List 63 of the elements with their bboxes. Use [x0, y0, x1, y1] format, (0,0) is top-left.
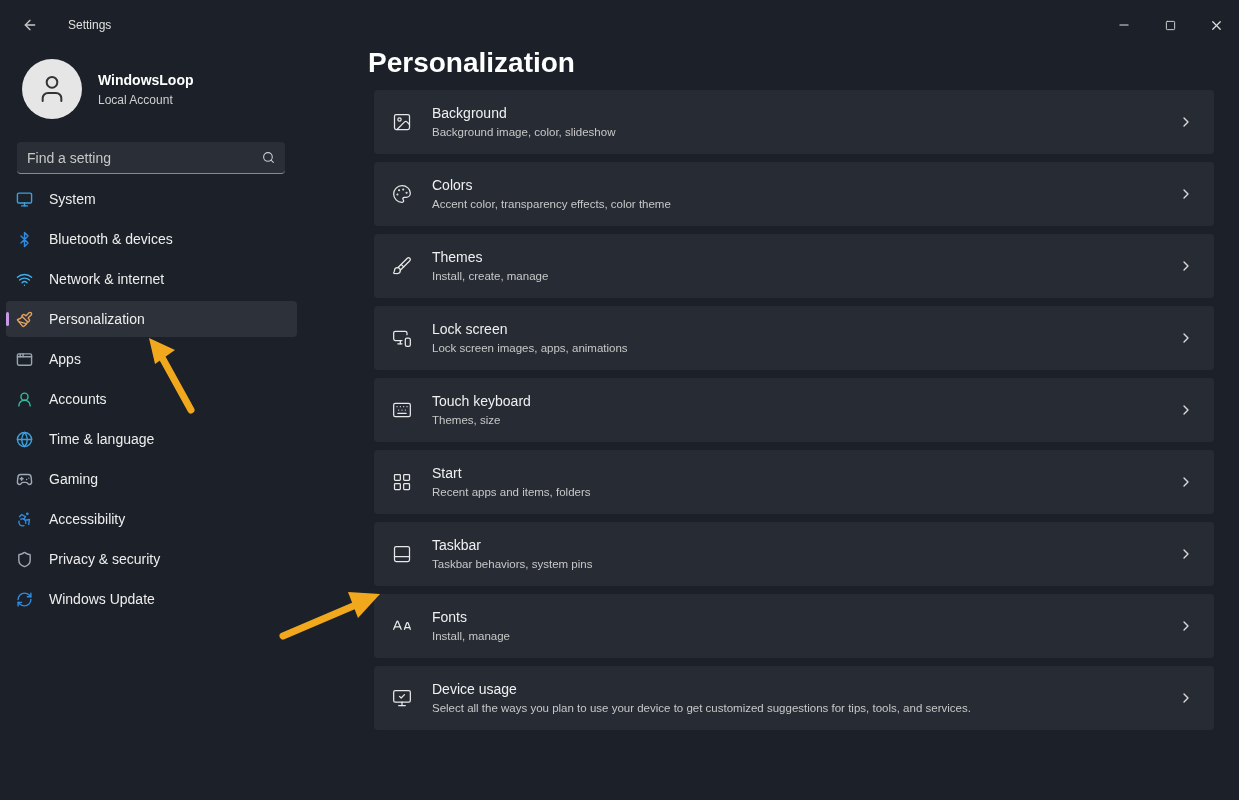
avatar — [22, 59, 82, 119]
person-icon — [16, 390, 33, 408]
settings-card[interactable]: Background Background image, color, slideshow — [374, 90, 1214, 154]
card-title: Device usage — [432, 679, 518, 699]
sidebar-item[interactable]: System — [6, 181, 297, 217]
sidebar-item[interactable]: Network & internet — [6, 261, 297, 297]
card-subtitle: Background image, color, slideshow — [432, 124, 617, 140]
selection-indicator — [6, 312, 9, 326]
picture-icon — [392, 112, 412, 132]
sidebar-item[interactable]: Accounts — [6, 381, 297, 417]
card-subtitle: Install, create, manage — [432, 268, 550, 284]
card-title: Background — [432, 103, 508, 123]
card-subtitle: Accent color, transparency effects, color theme — [432, 196, 672, 212]
page-title: Personalization — [368, 46, 576, 80]
sidebar-item[interactable]: Windows Update — [6, 581, 297, 617]
paintbrush-icon — [392, 256, 412, 276]
sidebar-item[interactable]: Bluetooth & devices — [6, 221, 297, 257]
settings-card[interactable]: Lock screen Lock screen images, apps, animations — [374, 306, 1214, 370]
user-name: WindowsLoop — [98, 70, 194, 90]
sidebar-item[interactable]: Personalization — [6, 301, 297, 337]
card-title: Taskbar — [432, 535, 483, 555]
card-title: Touch keyboard — [432, 391, 532, 411]
card-subtitle: Install, manage — [432, 628, 511, 644]
card-subtitle: Themes, size — [432, 412, 502, 428]
sidebar-item[interactable]: Privacy & security — [6, 541, 297, 577]
card-subtitle: Recent apps and items, folders — [432, 484, 592, 500]
settings-card[interactable]: Colors Accent color, transparency effects, color theme — [374, 162, 1214, 226]
lock-screen-icon — [392, 328, 412, 348]
start-menu-icon — [392, 472, 412, 492]
window-title: Settings — [68, 17, 112, 34]
apps-icon — [16, 350, 33, 368]
card-subtitle: Taskbar behaviors, system pins — [432, 556, 594, 572]
card-subtitle: Select all the ways you plan to use your device to get customized suggestions for tips, tools, and services. — [432, 700, 972, 716]
taskbar-icon — [392, 544, 412, 564]
settings-card[interactable]: Fonts Install, manage — [374, 594, 1214, 658]
account-type: Local Account — [98, 91, 174, 109]
sidebar-item[interactable]: Apps — [6, 341, 297, 377]
keyboard-icon — [392, 400, 412, 420]
card-title: Themes — [432, 247, 484, 267]
palette-icon — [392, 184, 412, 204]
globe-clock-icon — [16, 430, 33, 448]
sidebar-item[interactable]: Accessibility — [6, 501, 297, 537]
paintbrush-icon — [16, 310, 33, 328]
card-subtitle: Lock screen images, apps, animations — [432, 340, 629, 356]
update-icon — [16, 590, 33, 608]
card-title: Start — [432, 463, 463, 483]
settings-card[interactable]: Device usage Select all the ways you plan to use your device to get customized suggestions for tips, tools, and services. — [374, 666, 1214, 730]
sidebar-item[interactable]: Time & language — [6, 421, 297, 457]
search-icon — [262, 151, 275, 164]
settings-card[interactable]: Start Recent apps and items, folders — [374, 450, 1214, 514]
card-title: Colors — [432, 175, 474, 195]
settings-card[interactable]: Themes Install, create, manage — [374, 234, 1214, 298]
search-field[interactable]: Find a setting — [17, 142, 285, 174]
maximize-icon — [1164, 19, 1176, 31]
sidebar-item[interactable]: Gaming — [6, 461, 297, 497]
settings-card[interactable]: Taskbar Taskbar behaviors, system pins — [374, 522, 1214, 586]
monitor-icon — [16, 190, 33, 208]
card-title: Fonts — [432, 607, 468, 627]
settings-card[interactable]: Touch keyboard Themes, size — [374, 378, 1214, 442]
shield-icon — [16, 550, 33, 568]
device-check-icon — [392, 688, 412, 708]
accessibility-icon — [16, 510, 33, 528]
card-title: Lock screen — [432, 319, 509, 339]
